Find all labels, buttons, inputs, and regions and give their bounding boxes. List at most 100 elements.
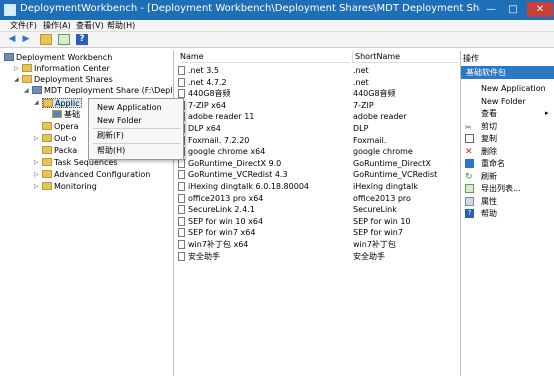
- toolbar: ◀ ▶ ?: [0, 32, 554, 48]
- list-item[interactable]: office2013 pro x64 office2013 pro: [176, 193, 458, 204]
- menu-view[interactable]: 查看(V): [76, 20, 104, 32]
- folder-icon: [42, 182, 52, 190]
- export-list-icon[interactable]: [58, 34, 70, 45]
- list-item-shortname: office2013 pro: [353, 193, 411, 203]
- action-item[interactable]: 属性: [465, 196, 553, 207]
- expand-task-sequences-icon[interactable]: ▷: [34, 158, 41, 167]
- collapse-share-icon[interactable]: ◢: [24, 86, 31, 95]
- minimize-button[interactable]: —: [481, 2, 501, 17]
- action-item[interactable]: 复制: [465, 133, 553, 144]
- list-item-name: iHexing dingtalk 6.0.18.80004: [188, 182, 309, 191]
- menu-file[interactable]: 文件(F): [10, 20, 37, 32]
- action-item-label: 帮助: [481, 209, 497, 218]
- menu-action[interactable]: 操作(A): [43, 20, 71, 32]
- expand-advanced-icon[interactable]: ▷: [34, 170, 41, 179]
- list-item[interactable]: GoRuntime_DirectX 9.0 GoRuntime_DirectX: [176, 158, 458, 169]
- up-folder-icon[interactable]: [40, 34, 52, 45]
- help-icon[interactable]: ?: [76, 34, 88, 45]
- copy-icon: [465, 134, 474, 143]
- action-item[interactable]: New Folder: [465, 96, 553, 107]
- menu-item-help[interactable]: 帮助(H): [97, 145, 125, 156]
- list-item-shortname: google chrome: [353, 147, 413, 157]
- properties-icon: [465, 196, 474, 206]
- window-title: DeploymentWorkbench - [Deployment Workbe…: [20, 3, 480, 14]
- tree-item-sub-application[interactable]: 基础: [52, 110, 80, 120]
- list-item[interactable]: iHexing dingtalk 6.0.18.80004 iHexing din…: [176, 181, 458, 192]
- list-item[interactable]: DLP x64 DLP: [176, 123, 458, 134]
- close-button[interactable]: ✕: [527, 2, 553, 17]
- workbench-icon: [4, 53, 14, 61]
- list-item[interactable]: google chrome x64 google chrome: [176, 146, 458, 157]
- tree-item-mdt-deployment-share[interactable]: MDT Deployment Share (F:\Deployme: [32, 86, 173, 96]
- action-item[interactable]: ✕ 删除: [465, 146, 553, 157]
- action-item-label: 重命名: [481, 159, 505, 168]
- action-item[interactable]: 查看 ▸: [465, 108, 553, 119]
- menu-item-new-application[interactable]: New Application: [97, 102, 162, 113]
- expand-out-of-box-icon[interactable]: ▷: [34, 134, 41, 143]
- action-item[interactable]: ↻ 刷新: [465, 171, 553, 182]
- tree-root[interactable]: Deployment Workbench: [4, 53, 112, 63]
- list-item[interactable]: SEP for win7 x64 SEP for win7: [176, 227, 458, 238]
- tree-item-advanced-configuration[interactable]: Advanced Configuration: [42, 170, 150, 180]
- list-item-name: DLP x64: [188, 124, 221, 133]
- expand-info-center-icon[interactable]: ▷: [14, 64, 21, 73]
- list-item-shortname: adobe reader: [353, 112, 407, 122]
- folder-icon: [22, 75, 32, 83]
- list-item-shortname: Foxmail.: [353, 135, 387, 145]
- list-item[interactable]: 440G8音频 440G8音频: [176, 88, 458, 99]
- action-item[interactable]: 重命名: [465, 158, 553, 169]
- expand-monitoring-icon[interactable]: ▷: [34, 182, 41, 191]
- menu-item-refresh[interactable]: 刷新(F): [97, 130, 124, 141]
- tree-item-operating-systems[interactable]: Opera: [42, 122, 79, 132]
- action-item[interactable]: ? 帮助: [465, 208, 553, 219]
- list-item-shortname: 7-ZIP: [353, 100, 374, 110]
- collapse-applications-icon[interactable]: ◢: [34, 98, 41, 107]
- column-header-name[interactable]: Name: [180, 51, 350, 63]
- list-item[interactable]: adobe reader 11 adobe reader: [176, 111, 458, 122]
- folder-icon: [42, 122, 52, 130]
- list-item[interactable]: GoRuntime_VCRedist 4.3 GoRuntime_VCRedist: [176, 169, 458, 180]
- list-item-name: 安全助手: [188, 251, 220, 261]
- action-item[interactable]: ✂ 剪切: [465, 121, 553, 132]
- share-icon: [32, 86, 42, 94]
- menu-separator: [93, 143, 181, 144]
- folder-icon: [42, 170, 52, 178]
- actions-header: 操作: [463, 54, 479, 63]
- action-item-label: 复制: [481, 134, 497, 143]
- tree-item-out-of-box-drivers[interactable]: Out-o: [42, 134, 76, 144]
- action-item[interactable]: New Application: [465, 83, 553, 94]
- list-item-shortname: SEP for win7: [353, 228, 403, 238]
- list-item-shortname: GoRuntime_VCRedist: [353, 170, 438, 180]
- list-item[interactable]: win7补丁包 x64 win7补丁包: [176, 239, 458, 250]
- action-item-label: 删除: [481, 146, 497, 156]
- forward-icon[interactable]: ▶: [20, 34, 32, 45]
- context-menu: New Application New Folder 刷新(F) 帮助(H): [88, 98, 184, 160]
- column-header-shortname[interactable]: ShortName: [352, 51, 458, 63]
- application-icon: [178, 182, 185, 191]
- list-item[interactable]: Foxmail. 7.2.20 Foxmail.: [176, 135, 458, 146]
- list-item-name: win7补丁包 x64: [188, 240, 249, 249]
- list-item[interactable]: .net 3.5 .net: [176, 65, 458, 76]
- actions-group-header[interactable]: 基础软件包: [461, 66, 554, 79]
- rename-icon: [465, 159, 474, 168]
- maximize-button[interactable]: □: [503, 2, 523, 17]
- list-item[interactable]: 7-ZIP x64 7-ZIP: [176, 100, 458, 111]
- tree-item-packages[interactable]: Packa: [42, 146, 77, 156]
- tree-item-monitoring[interactable]: Monitoring: [42, 182, 97, 192]
- menu-item-new-folder[interactable]: New Folder: [97, 115, 142, 126]
- action-item[interactable]: 导出列表...: [465, 183, 553, 194]
- menu-help[interactable]: 帮助(H): [107, 20, 135, 32]
- list-item[interactable]: SEP for win 10 x64 SEP for win 10: [176, 216, 458, 227]
- list-item[interactable]: SecureLink 2.4.1 SecureLink: [176, 204, 458, 215]
- list-item-name: SecureLink 2.4.1: [188, 205, 255, 215]
- list-item[interactable]: 安全助手 安全助手: [176, 251, 458, 262]
- tree-item-deployment-shares[interactable]: Deployment Shares: [22, 75, 113, 85]
- list-item-shortname: 安全助手: [353, 251, 385, 261]
- refresh-icon: ↻: [465, 171, 473, 182]
- collapse-deployment-shares-icon[interactable]: ◢: [14, 75, 21, 84]
- tree-item-applications[interactable]: Applic: [42, 98, 83, 108]
- tree-item-information-center[interactable]: Information Center: [22, 64, 110, 74]
- action-item-label: 查看: [481, 109, 497, 118]
- back-icon[interactable]: ◀: [6, 34, 18, 45]
- list-item[interactable]: .net 4.7.2 .net: [176, 77, 458, 88]
